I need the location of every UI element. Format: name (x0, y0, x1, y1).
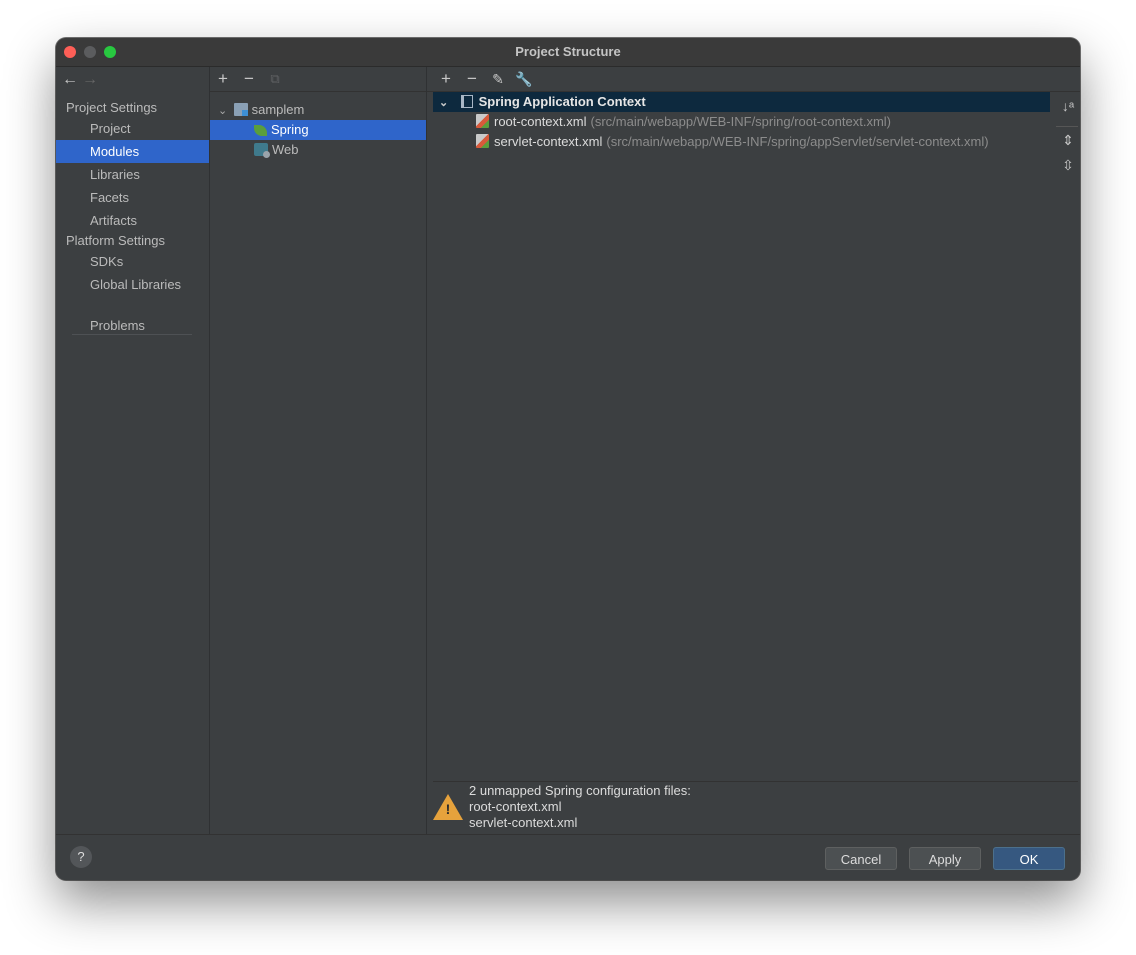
section-project-settings: Project Settings (66, 100, 158, 115)
sidebar-item-modules[interactable]: Modules (56, 140, 209, 163)
window-title: Project Structure (515, 44, 621, 59)
sidebar-item-global-libraries[interactable]: Global Libraries (56, 273, 209, 296)
context-file-row[interactable]: servlet-context.xml (src/main/webapp/WEB-… (476, 132, 989, 152)
project-structure-dialog: Project Structure ← → Project Settings Pr… (56, 38, 1080, 880)
file-name: root-context.xml (494, 114, 587, 129)
edit-pencil-icon[interactable]: ✎ (488, 69, 508, 89)
history-arrows: ← → (62, 71, 102, 89)
expand-all-icon[interactable]: ⇕ (1056, 130, 1080, 150)
forward-arrow-icon[interactable]: → (82, 71, 102, 89)
section-platform-settings: Platform Settings (66, 233, 165, 248)
warning-text: 2 unmapped Spring configuration files: r… (469, 783, 691, 831)
add-context-icon[interactable]: + (436, 69, 456, 89)
help-button[interactable]: ? (70, 846, 92, 868)
sidebar-item-libraries[interactable]: Libraries (56, 163, 209, 186)
context-file-row[interactable]: root-context.xml (src/main/webapp/WEB-INF… (476, 112, 891, 132)
unmapped-files-warning: ! 2 unmapped Spring configuration files:… (433, 781, 1078, 835)
warning-line: root-context.xml (469, 799, 562, 814)
collapse-all-icon[interactable]: ⇳ (1056, 155, 1080, 175)
back-arrow-icon[interactable]: ← (62, 71, 82, 89)
tree-selection-highlight (210, 120, 426, 140)
title-bar: Project Structure (56, 38, 1080, 67)
warning-line: 2 unmapped Spring configuration files: (469, 783, 691, 798)
spring-leaf-icon (254, 125, 267, 136)
spring-xml-file-icon (476, 134, 489, 148)
tree-node-spring[interactable]: Spring (254, 120, 309, 140)
file-path: (src/main/webapp/WEB-INF/spring/appServl… (606, 134, 989, 149)
chevron-down-icon[interactable]: ⌄ (218, 101, 230, 121)
ok-button[interactable]: OK (993, 847, 1065, 870)
spring-xml-file-icon (476, 114, 489, 128)
module-folder-icon (233, 103, 248, 116)
sidebar-item-facets[interactable]: Facets (56, 186, 209, 209)
module-tree-toolbar: + − ⧉ (210, 67, 426, 92)
apply-button[interactable]: Apply (909, 847, 981, 870)
file-name: servlet-context.xml (494, 134, 603, 149)
sidebar-item-artifacts[interactable]: Artifacts (56, 209, 209, 232)
remove-icon[interactable]: − (239, 69, 259, 89)
copy-icon[interactable]: ⧉ (265, 69, 285, 89)
sort-alphabetically-icon[interactable]: ↓ᵃ (1056, 96, 1080, 116)
application-context-icon (460, 95, 473, 108)
tree-node-label: samplem (251, 102, 305, 117)
cancel-button[interactable]: Cancel (825, 847, 897, 870)
context-header-label: Spring Application Context (478, 94, 646, 109)
add-icon[interactable]: + (213, 69, 233, 89)
settings-sidebar: ← → Project Settings Project Modules Libr… (56, 67, 210, 834)
dialog-footer: ? Cancel Apply OK (56, 834, 1080, 880)
tree-node-label: Web (272, 142, 299, 157)
sidebar-item-project[interactable]: Project (56, 117, 209, 140)
tree-node-label: Spring (271, 122, 309, 137)
spring-facet-panel: + − ✎ 🔧 ⌄ Spring Application Context roo… (427, 67, 1080, 834)
remove-context-icon[interactable]: − (462, 69, 482, 89)
warning-exclamation-glyph: ! (445, 801, 451, 817)
chevron-down-icon[interactable]: ⌄ (439, 93, 451, 113)
context-tree: ⌄ Spring Application Context root-contex… (433, 92, 1078, 780)
sidebar-item-problems[interactable]: Problems (56, 314, 209, 337)
file-path: (src/main/webapp/WEB-INF/spring/root-con… (590, 114, 892, 129)
sidebar-item-sdks[interactable]: SDKs (56, 250, 209, 273)
context-toolbar: + − ✎ 🔧 (427, 67, 1080, 92)
warning-line: servlet-context.xml (469, 815, 578, 830)
web-facet-icon (254, 143, 270, 158)
module-tree-panel: + − ⧉ ⌄ samplem Spring Web (210, 67, 427, 834)
side-toolbar-divider (1056, 126, 1078, 127)
tree-node-web[interactable]: Web (254, 140, 299, 160)
tree-node-samplem[interactable]: ⌄ samplem (218, 100, 304, 120)
context-tree-header-row[interactable]: ⌄ Spring Application Context (433, 92, 1050, 112)
wrench-icon[interactable]: 🔧 (514, 69, 534, 89)
